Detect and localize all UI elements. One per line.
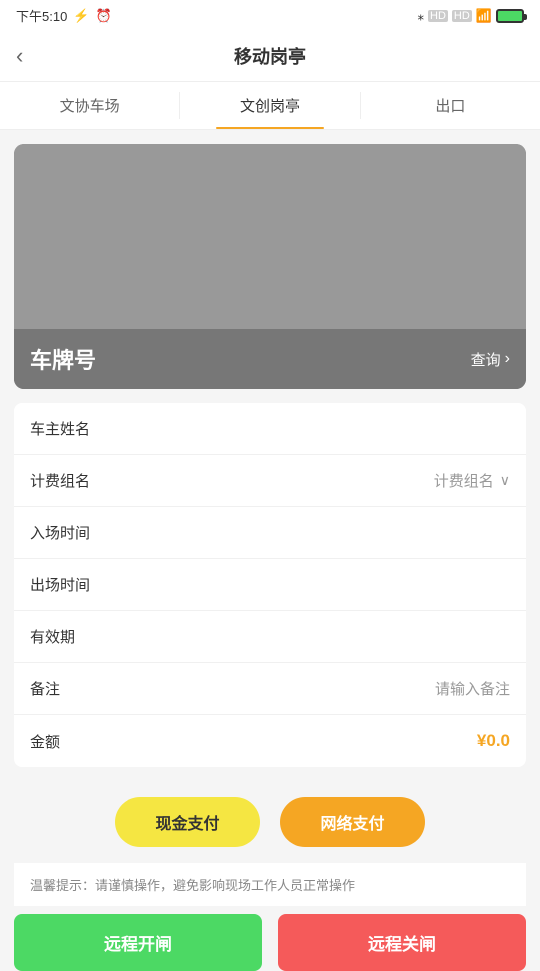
status-right: ⁎ HD HD 📶 xyxy=(418,8,524,24)
network-hd2: HD xyxy=(452,10,472,22)
header: ‹ 移动岗亭 xyxy=(0,31,540,82)
camera-preview-area xyxy=(14,144,526,329)
owner-row: 车主姓名 xyxy=(14,403,526,455)
note-label: 备注 xyxy=(30,678,60,699)
amount-value: ¥0.0 xyxy=(477,731,510,751)
entry-time-row: 入场时间 xyxy=(14,507,526,559)
plate-query-button[interactable]: 查询 › xyxy=(471,349,510,370)
payment-buttons: 现金支付 网络支付 xyxy=(14,781,526,863)
battery-icon xyxy=(496,9,524,23)
tab-exit[interactable]: 出口 xyxy=(361,82,540,129)
bottom-actions: 远程开闸 远程关闸 xyxy=(14,914,526,971)
tab-bar: 文协车场 文创岗亭 出口 xyxy=(0,82,540,130)
main-content: 车牌号 查询 › 车主姓名 计费组名 计费组名 ∨ 入场时间 出场时间 xyxy=(0,130,540,906)
billing-row[interactable]: 计费组名 计费组名 ∨ xyxy=(14,455,526,507)
info-section: 车主姓名 计费组名 计费组名 ∨ 入场时间 出场时间 有效期 备注 请输入备注 xyxy=(14,403,526,767)
cash-payment-button[interactable]: 现金支付 xyxy=(115,797,260,847)
page-title: 移动岗亭 xyxy=(234,43,306,69)
status-time: 下午5:10 xyxy=(16,6,67,25)
billing-label: 计费组名 xyxy=(30,470,90,491)
bluetooth-icon: ⁎ xyxy=(418,8,425,24)
owner-label: 车主姓名 xyxy=(30,418,90,439)
status-bar: 下午5:10 ⚡ ⏰ ⁎ HD HD 📶 xyxy=(0,0,540,31)
dropdown-arrow-icon: ∨ xyxy=(500,472,510,489)
chevron-right-icon: › xyxy=(505,350,510,368)
notice-text: 温馨提示：请谨慎操作，避免影响现场工作人员正常操作 xyxy=(30,878,355,893)
signal-icon: ⚡ xyxy=(73,8,89,24)
network-hd1: HD xyxy=(428,10,448,22)
entry-time-label: 入场时间 xyxy=(30,522,90,543)
back-button[interactable]: ‹ xyxy=(16,43,23,69)
remote-open-button[interactable]: 远程开闸 xyxy=(14,914,262,971)
remote-close-button[interactable]: 远程关闸 xyxy=(278,914,526,971)
billing-value: 计费组名 ∨ xyxy=(434,470,510,491)
tab-wenchuang[interactable]: 文创岗亭 xyxy=(180,82,359,129)
exit-time-label: 出场时间 xyxy=(30,574,90,595)
note-row[interactable]: 备注 请输入备注 xyxy=(14,663,526,715)
plate-card-bottom: 车牌号 查询 › xyxy=(14,329,526,389)
alarm-icon: ⏰ xyxy=(96,8,112,24)
tab-wenxie[interactable]: 文协车场 xyxy=(0,82,179,129)
exit-time-row: 出场时间 xyxy=(14,559,526,611)
validity-row: 有效期 xyxy=(14,611,526,663)
query-label: 查询 xyxy=(471,349,501,370)
amount-label: 金额 xyxy=(30,731,60,752)
note-placeholder: 请输入备注 xyxy=(435,678,510,699)
wifi-icon: 📶 xyxy=(476,8,492,24)
status-left: 下午5:10 ⚡ ⏰ xyxy=(16,6,112,25)
plate-card: 车牌号 查询 › xyxy=(14,144,526,389)
amount-row: 金额 ¥0.0 xyxy=(14,715,526,767)
plate-number-label: 车牌号 xyxy=(30,343,96,375)
online-payment-button[interactable]: 网络支付 xyxy=(280,797,425,847)
validity-label: 有效期 xyxy=(30,626,75,647)
notice-bar: 温馨提示：请谨慎操作，避免影响现场工作人员正常操作 xyxy=(14,863,526,906)
